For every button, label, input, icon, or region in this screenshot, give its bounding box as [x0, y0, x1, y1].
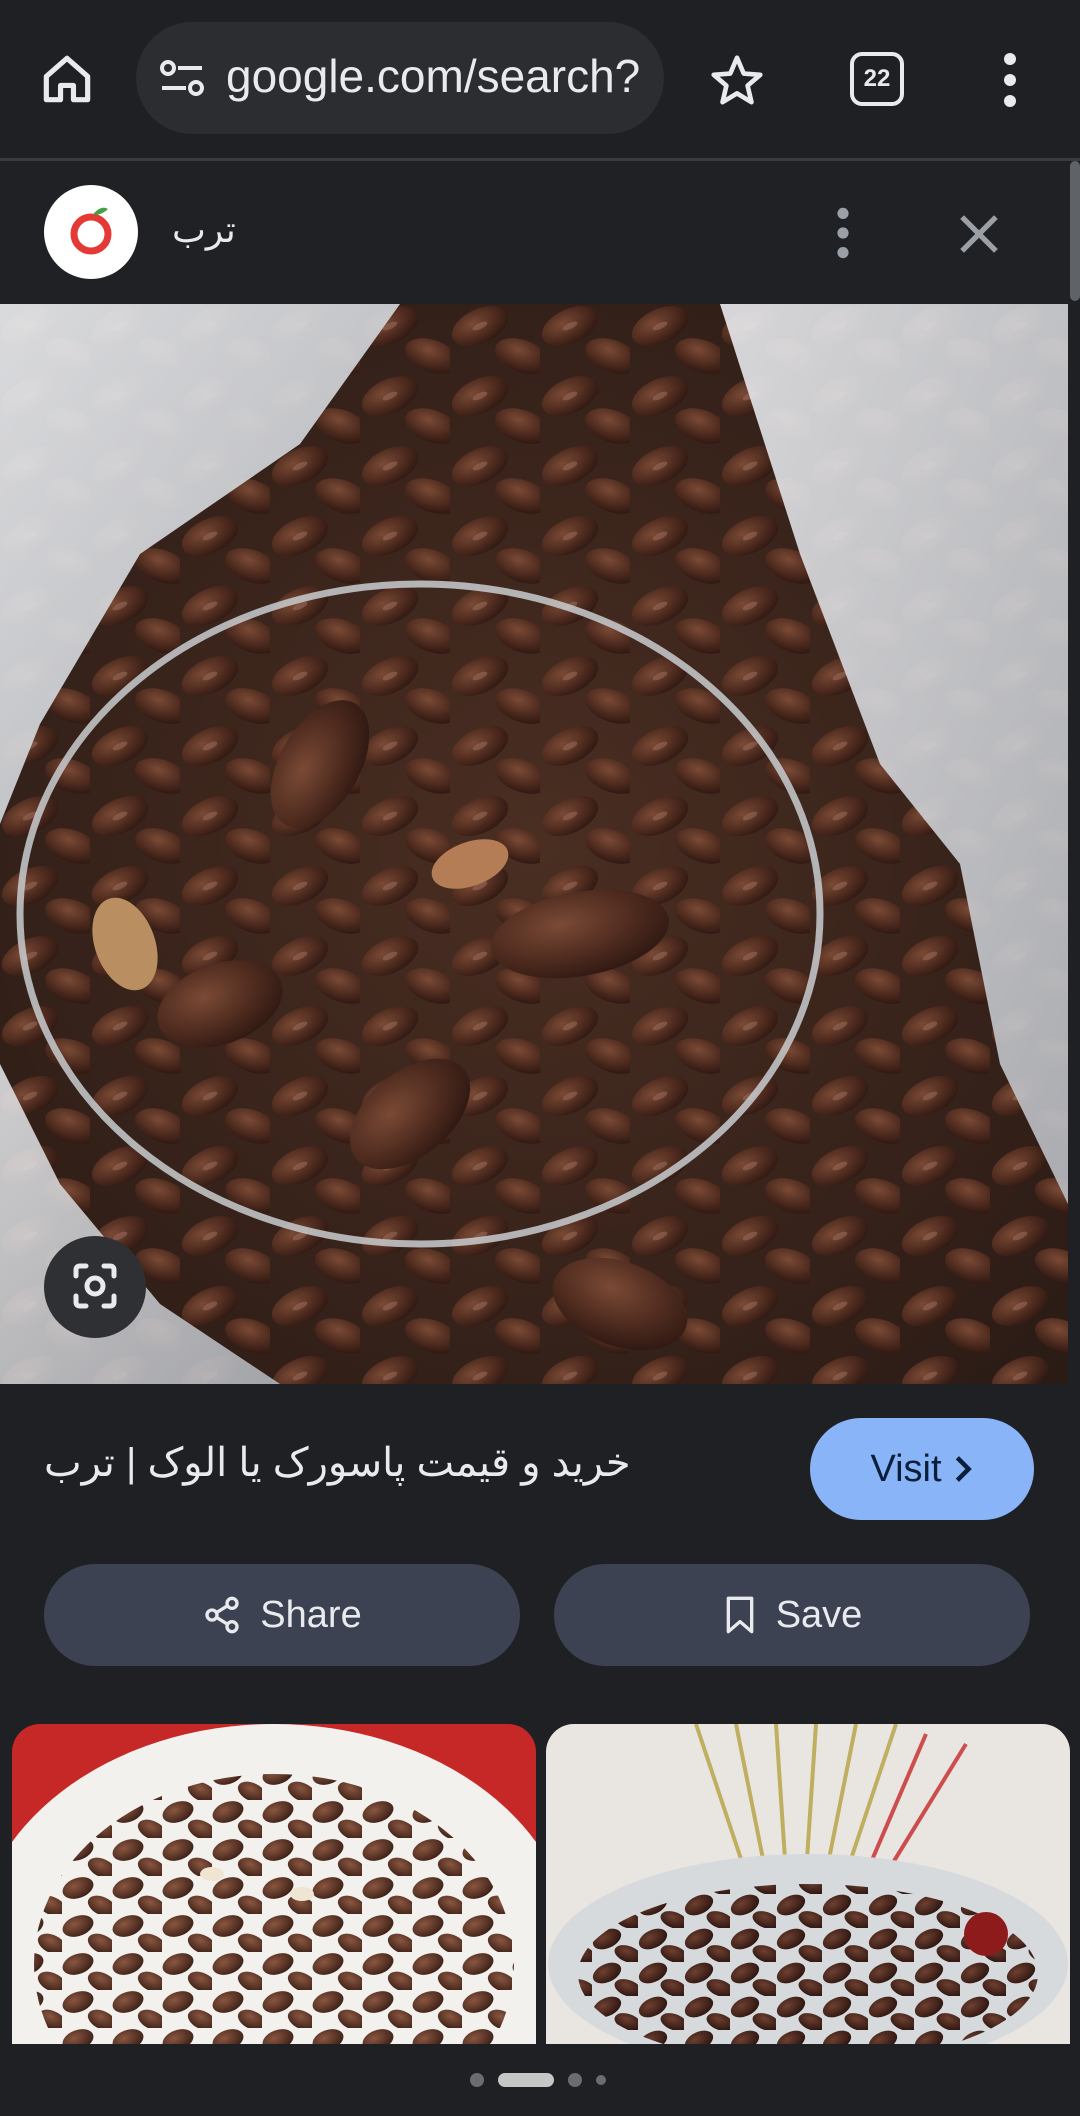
tabs-icon[interactable]: 22 — [850, 52, 904, 106]
star-icon — [711, 55, 763, 105]
nuts-in-scoop-image — [0, 304, 1068, 1384]
nuts-on-plate-image — [12, 1724, 536, 2044]
pager-dot — [470, 2073, 484, 2087]
save-button[interactable]: Save — [554, 1564, 1030, 1666]
bookmark-icon — [726, 1596, 754, 1634]
main-image-preview[interactable] — [0, 304, 1068, 1384]
browser-toolbar: google.com/search? 22 — [0, 0, 1080, 161]
address-bar[interactable]: google.com/search? — [136, 22, 664, 134]
torob-logo-icon — [70, 207, 112, 255]
source-logo[interactable] — [44, 185, 138, 279]
source-name[interactable]: ترب — [172, 209, 236, 251]
share-label: Share — [260, 1593, 362, 1636]
chevron-right-icon — [955, 1456, 972, 1482]
lens-button[interactable] — [44, 1236, 146, 1338]
nuts-in-bowl-image — [546, 1724, 1070, 2044]
pager-dot — [568, 2073, 582, 2087]
bottom-bar — [0, 2044, 1080, 2116]
pager-dot-active — [498, 2073, 554, 2087]
scrollbar[interactable] — [1070, 161, 1080, 301]
result-title[interactable]: خرید و قیمت پاسورک یا الوک | ترب — [44, 1440, 631, 1486]
home-icon — [43, 55, 91, 103]
related-image-1[interactable] — [12, 1724, 536, 2044]
site-info-icon[interactable] — [158, 56, 206, 100]
bookmark-star-button[interactable] — [706, 50, 768, 112]
home-button[interactable] — [36, 48, 98, 110]
browser-menu-button[interactable] — [995, 50, 1025, 110]
more-vert-icon — [1004, 53, 1016, 107]
source-more-button[interactable] — [828, 205, 858, 261]
close-button[interactable] — [950, 205, 1008, 263]
save-label: Save — [775, 1593, 863, 1636]
source-header: ترب — [0, 161, 1080, 304]
visit-button[interactable]: Visit — [810, 1418, 1034, 1520]
more-vert-icon — [837, 207, 849, 259]
share-icon — [205, 1596, 239, 1634]
lens-icon — [73, 1263, 117, 1309]
tab-count: 22 — [863, 65, 891, 92]
share-button[interactable]: Share — [44, 1564, 520, 1666]
url-text[interactable]: google.com/search? — [226, 46, 640, 106]
visit-label: Visit — [870, 1447, 942, 1490]
pager-dot — [596, 2075, 606, 2085]
related-image-2[interactable] — [546, 1724, 1070, 2044]
close-icon — [960, 215, 998, 253]
